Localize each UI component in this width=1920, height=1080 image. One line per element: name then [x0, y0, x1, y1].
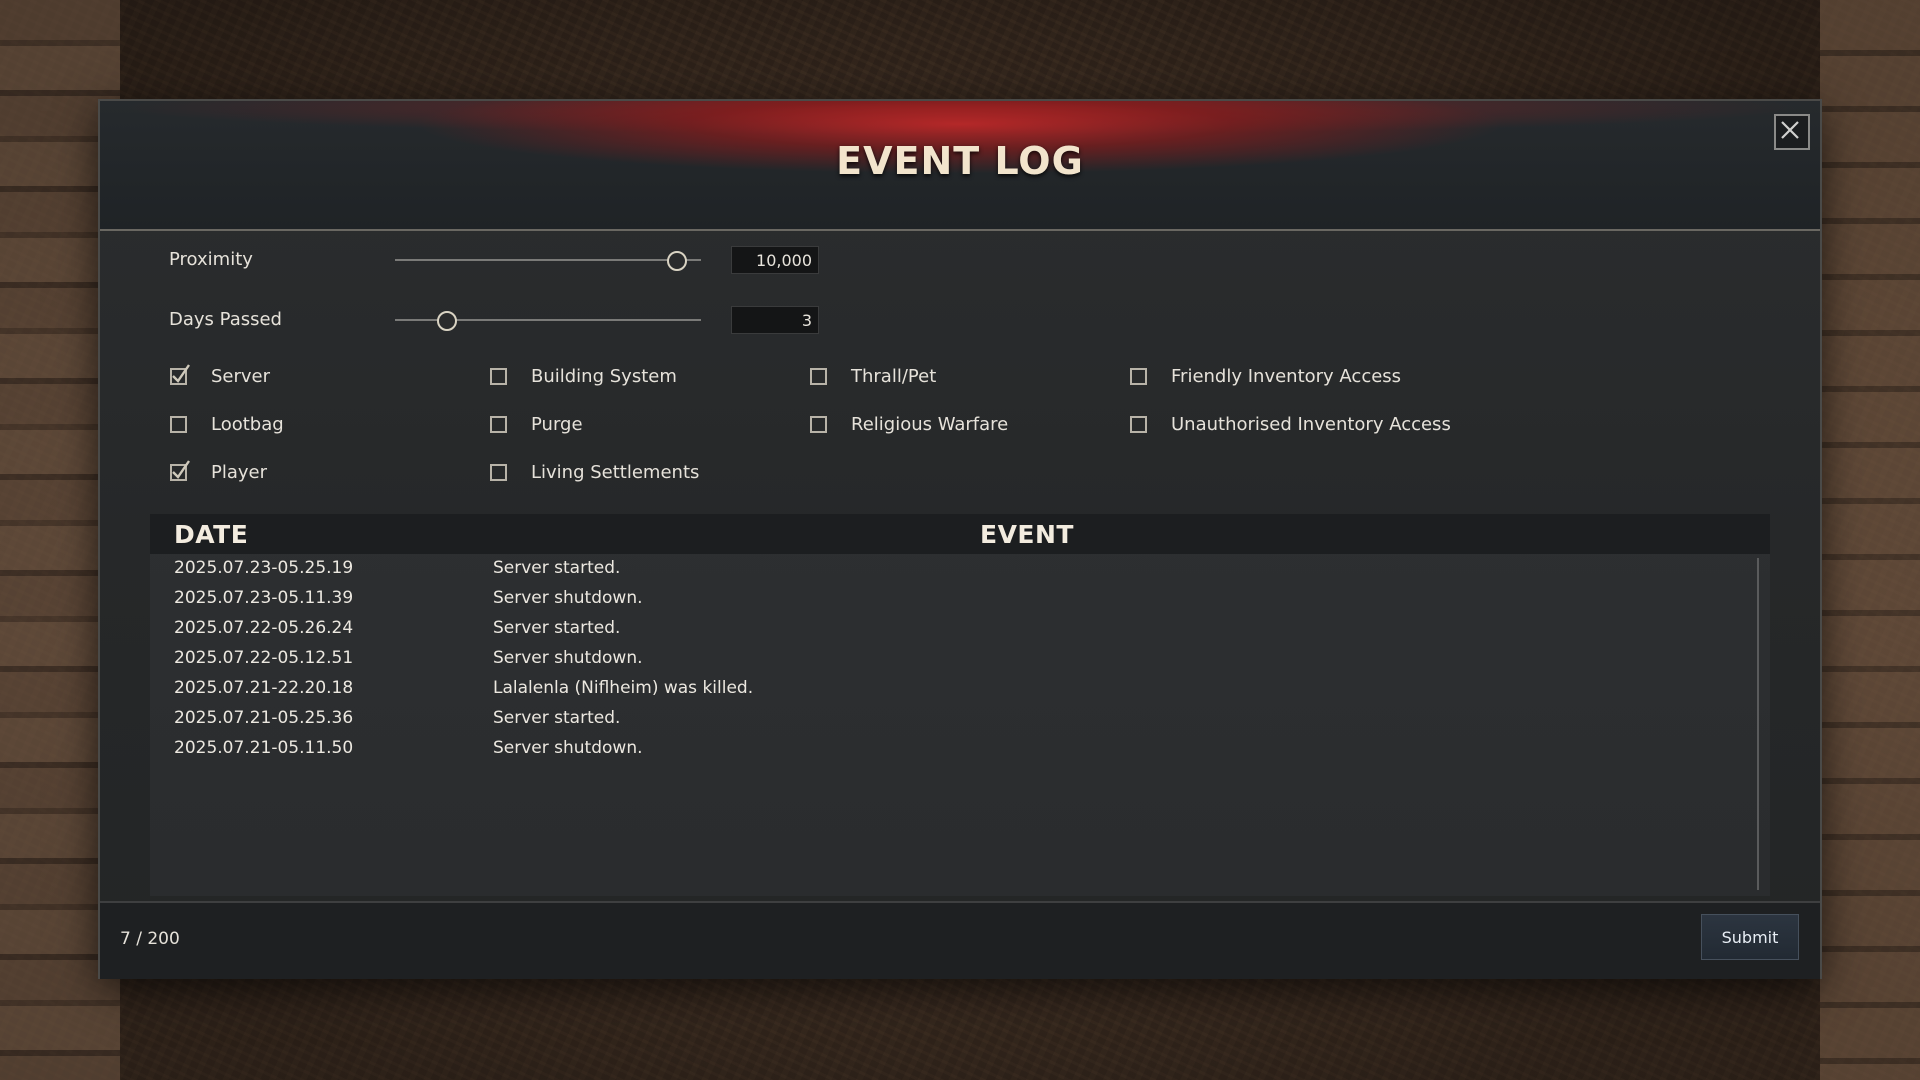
slider-handle[interactable]: [437, 311, 457, 331]
table-header: DATE EVENT: [150, 514, 1770, 554]
checkbox-unauthorised-inventory-access[interactable]: Unauthorised Inventory Access: [1130, 412, 1451, 436]
days-passed-slider[interactable]: [395, 308, 701, 332]
checkbox-label: Unauthorised Inventory Access: [1171, 413, 1451, 435]
cell-event: Server shutdown.: [493, 738, 643, 758]
checkbox-label: Thrall/Pet: [851, 365, 937, 387]
event-count: 7 / 200: [120, 929, 180, 949]
slider-track: [395, 259, 701, 261]
checkbox-box[interactable]: [170, 363, 190, 385]
column-header-date[interactable]: DATE: [174, 520, 248, 549]
checkbox-purge[interactable]: Purge: [490, 412, 583, 436]
cell-event: Server started.: [493, 618, 621, 638]
checkbox-box[interactable]: [170, 459, 190, 481]
checkbox-box[interactable]: [490, 415, 507, 433]
table-row[interactable]: 2025.07.22-05.26.24 Server started.: [150, 618, 1750, 648]
checkbox-box[interactable]: [810, 415, 827, 433]
cell-date: 2025.07.21-22.20.18: [174, 678, 354, 698]
checkbox-label: Lootbag: [211, 413, 284, 435]
table-row[interactable]: 2025.07.23-05.25.19 Server started.: [150, 558, 1750, 588]
days-passed-value-field[interactable]: 3: [731, 306, 819, 334]
cell-date: 2025.07.22-05.12.51: [174, 648, 354, 668]
cell-event: Server shutdown.: [493, 648, 643, 668]
checkbox-label: Purge: [531, 413, 583, 435]
checkbox-player[interactable]: Player: [170, 459, 268, 484]
checkbox-box[interactable]: [1130, 415, 1147, 433]
slider-handle[interactable]: [667, 251, 687, 271]
checkbox-box[interactable]: [170, 415, 187, 433]
proximity-label: Proximity: [169, 249, 253, 270]
cell-date: 2025.07.21-05.25.36: [174, 708, 354, 728]
checkbox-label: Server: [211, 365, 271, 387]
checkbox-thrall-pet[interactable]: Thrall/Pet: [810, 364, 936, 388]
table-row[interactable]: 2025.07.21-05.11.50 Server shutdown.: [150, 738, 1750, 768]
dialog-title: EVENT LOG: [836, 139, 1084, 183]
checkbox-friendly-inventory-access[interactable]: Friendly Inventory Access: [1130, 364, 1401, 388]
cell-event: Server shutdown.: [493, 588, 643, 608]
cell-date: 2025.07.23-05.11.39: [174, 588, 354, 608]
submit-button[interactable]: Submit: [1701, 914, 1799, 960]
checkbox-religious-warfare[interactable]: Religious Warfare: [810, 412, 1008, 436]
checkbox-label: Player: [211, 461, 268, 483]
checkbox-living-settlements[interactable]: Living Settlements: [490, 460, 699, 484]
table-row[interactable]: 2025.07.22-05.12.51 Server shutdown.: [150, 648, 1750, 678]
event-log-dialog: EVENT LOG Proximity 10,000 Days Passed 3…: [100, 101, 1820, 979]
background-wooden-scaffold: [1820, 0, 1920, 1080]
checkbox-label: Religious Warfare: [851, 413, 1009, 435]
checkmark-icon: [172, 459, 190, 479]
checkbox-lootbag[interactable]: Lootbag: [170, 412, 284, 436]
proximity-value-field[interactable]: 10,000: [731, 246, 819, 274]
cell-date: 2025.07.22-05.26.24: [174, 618, 354, 638]
dialog-footer: 7 / 200 Submit: [100, 901, 1820, 979]
checkbox-building-system[interactable]: Building System: [490, 364, 677, 388]
cell-date: 2025.07.23-05.25.19: [174, 558, 354, 578]
checkbox-server[interactable]: Server: [170, 363, 271, 388]
checkmark-icon: [172, 363, 190, 383]
checkbox-label: Living Settlements: [531, 461, 700, 483]
checkbox-box[interactable]: [490, 463, 507, 481]
table-row[interactable]: 2025.07.21-05.25.36 Server started.: [150, 708, 1750, 738]
table-row[interactable]: 2025.07.21-22.20.18 Lalalenla (Niflheim) …: [150, 678, 1750, 708]
close-icon: [1781, 121, 1799, 139]
cell-date: 2025.07.21-05.11.50: [174, 738, 354, 758]
table-scrollbar[interactable]: [1757, 558, 1759, 890]
table-row[interactable]: 2025.07.23-05.11.39 Server shutdown.: [150, 588, 1750, 618]
checkbox-box[interactable]: [810, 367, 827, 385]
checkbox-box[interactable]: [1130, 367, 1147, 385]
checkbox-label: Friendly Inventory Access: [1171, 365, 1402, 387]
column-header-event[interactable]: EVENT: [980, 520, 1074, 549]
checkbox-label: Building System: [531, 365, 677, 387]
dialog-header: EVENT LOG: [100, 101, 1820, 231]
close-button[interactable]: [1774, 114, 1810, 150]
days-passed-label: Days Passed: [169, 309, 282, 330]
cell-event: Lalalenla (Niflheim) was killed.: [493, 678, 754, 698]
checkbox-box[interactable]: [490, 367, 507, 385]
cell-event: Server started.: [493, 708, 621, 728]
proximity-slider[interactable]: [395, 248, 701, 272]
cell-event: Server started.: [493, 558, 621, 578]
event-table: DATE EVENT 2025.07.23-05.25.19 Server sta…: [150, 514, 1770, 896]
